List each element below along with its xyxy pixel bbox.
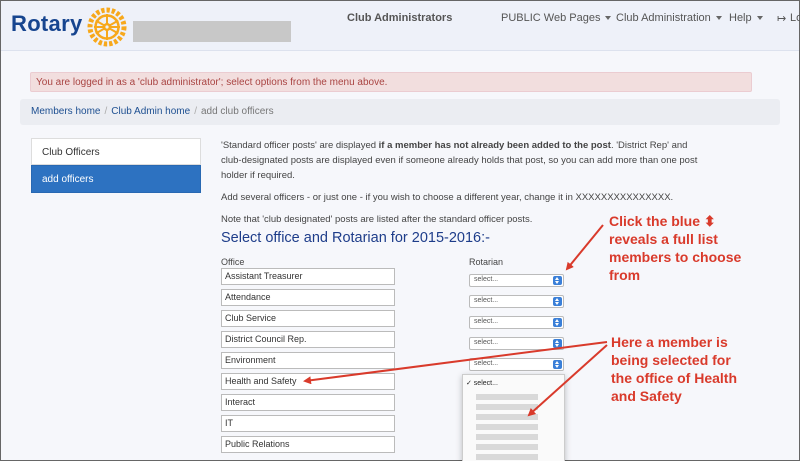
column-header-office: Office	[221, 257, 245, 267]
nav-title: Club Administrators	[347, 12, 453, 24]
instructions-para-2: Add several officers - or just one - if …	[221, 192, 674, 203]
rotarian-select[interactable]: select...	[469, 358, 564, 371]
nav-item-help[interactable]: Help	[729, 12, 763, 24]
select-arrows-icon[interactable]	[553, 360, 562, 369]
logout-icon[interactable]: ↦	[777, 12, 786, 25]
nav-item-club-administration[interactable]: Club Administration	[616, 12, 722, 24]
breadcrumb-members-home[interactable]: Members home	[31, 106, 100, 117]
annotation-member-selected: Here a member is being selected for the …	[611, 334, 738, 404]
breadcrumb-club-admin-home[interactable]: Club Admin home	[111, 106, 190, 117]
sidebar-item-add-officers[interactable]: add officers	[31, 165, 201, 193]
rotarian-dropdown-list[interactable]: ✓ select...	[462, 374, 565, 461]
dropdown-option-redacted[interactable]	[476, 424, 538, 430]
breadcrumb: Members home / Club Admin home / add club of…	[20, 99, 780, 125]
office-field: Attendance	[221, 289, 395, 306]
chevron-down-icon	[715, 16, 722, 21]
dropdown-option-selected[interactable]: ✓ select...	[466, 379, 498, 387]
rotarian-select[interactable]: select...	[469, 274, 564, 287]
annotation-click-blue: Click the blue ⬍ reveals a full list mem…	[609, 213, 742, 283]
chevron-down-icon	[605, 16, 612, 21]
dropdown-option-redacted[interactable]	[476, 434, 538, 440]
office-field: IT	[221, 415, 395, 432]
office-field: Public Relations	[221, 436, 395, 453]
sidebar: Club Officers add officers	[31, 138, 201, 193]
breadcrumb-current: add club officers	[200, 106, 274, 117]
rotarian-select[interactable]: select...	[469, 337, 564, 350]
chevron-down-icon	[756, 16, 763, 21]
column-header-rotarian: Rotarian	[469, 257, 504, 267]
rotary-logo-text[interactable]: Rotary	[11, 11, 83, 37]
select-arrows-icon[interactable]	[553, 276, 562, 285]
login-alert: You are logged in as a 'club administrat…	[30, 72, 752, 92]
office-field: Interact	[221, 394, 395, 411]
top-navbar: Rotary Club Administrators PUBLIC Web Pa…	[1, 1, 800, 51]
redacted-club-name	[133, 21, 291, 42]
instructions-para-1: 'Standard officer posts' are displayed i…	[221, 140, 698, 181]
office-field: Health and Safety	[221, 373, 395, 390]
form-heading: Select office and Rotarian for 2015-2016…	[221, 230, 490, 246]
nav-item-logout[interactable]: Lo	[790, 12, 800, 24]
dropdown-option-redacted[interactable]	[476, 414, 538, 420]
dropdown-option-redacted[interactable]	[476, 454, 538, 460]
dropdown-option-redacted[interactable]	[476, 404, 538, 410]
office-field: Assistant Treasurer	[221, 268, 395, 285]
rotary-wheel-icon	[87, 7, 127, 47]
select-arrows-icon[interactable]	[553, 318, 562, 327]
select-arrows-icon[interactable]	[553, 339, 562, 348]
office-field: Environment	[221, 352, 395, 369]
nav-item-public-web-pages[interactable]: PUBLIC Web Pages	[501, 12, 612, 24]
select-arrows-icon[interactable]	[553, 297, 562, 306]
sidebar-item-club-officers[interactable]: Club Officers	[31, 138, 201, 165]
dropdown-option-redacted[interactable]	[476, 394, 538, 400]
office-field: Club Service	[221, 310, 395, 327]
dropdown-option-redacted[interactable]	[476, 444, 538, 450]
rotarian-select[interactable]: select...	[469, 295, 564, 308]
office-field: District Council Rep.	[221, 331, 395, 348]
rotarian-select[interactable]: select...	[469, 316, 564, 329]
